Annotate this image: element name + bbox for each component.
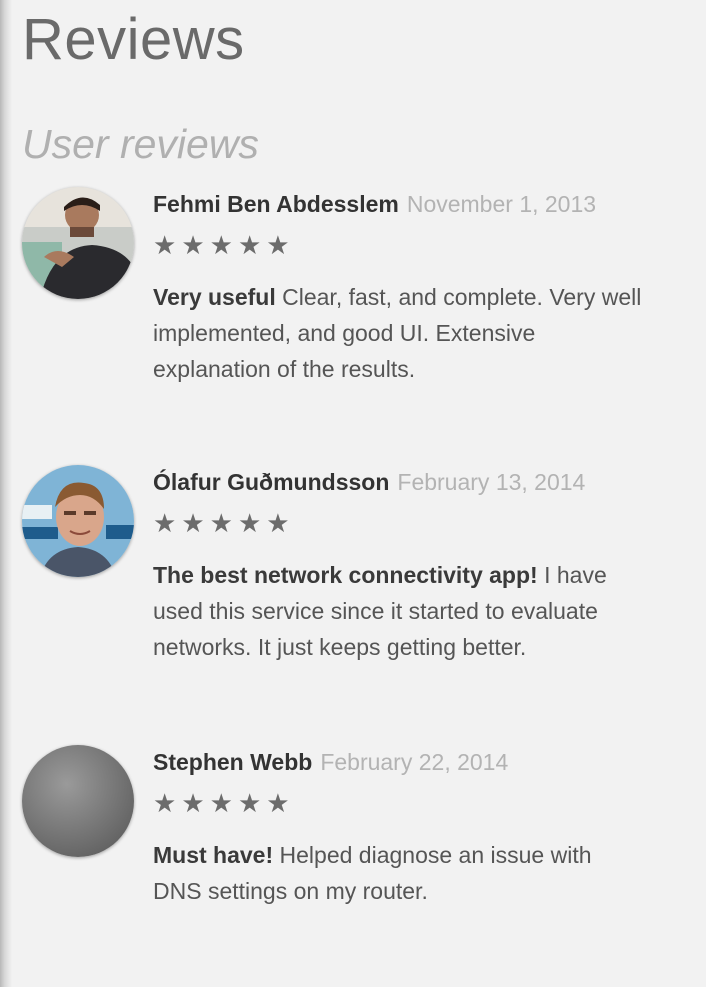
star-icon: ★: [181, 230, 205, 260]
left-edge-shadow: [0, 0, 12, 987]
star-icon: ★: [209, 788, 233, 818]
star-rating: ★ ★ ★ ★ ★: [153, 507, 706, 539]
avatar-photo: [22, 465, 134, 577]
star-icon: ★: [181, 788, 205, 818]
star-icon: ★: [237, 230, 262, 260]
section-title: User reviews: [22, 121, 259, 167]
review-date: November 1, 2013: [406, 191, 597, 217]
reviewer-name[interactable]: Ólafur Guðmundsson: [153, 469, 389, 495]
avatar-photo: [22, 187, 134, 299]
star-icon: ★: [153, 508, 177, 538]
star-rating: ★ ★ ★ ★ ★: [153, 229, 706, 261]
review-headline: Must have!: [153, 842, 274, 868]
star-icon: ★: [266, 788, 290, 818]
reviewer-name[interactable]: Fehmi Ben Abdesslem: [153, 191, 399, 217]
review-header: Ólafur Guðmundsson February 13, 2014: [153, 465, 706, 499]
avatar-placeholder: [22, 745, 134, 857]
review-body: Stephen Webb February 22, 2014 ★ ★ ★ ★ ★ …: [153, 745, 706, 909]
review-headline: The best network connectivity app!: [153, 562, 538, 588]
review-header: Stephen Webb February 22, 2014: [153, 745, 706, 779]
review-header: Fehmi Ben Abdesslem November 1, 2013: [153, 187, 706, 221]
star-rating: ★ ★ ★ ★ ★: [153, 787, 706, 819]
avatar[interactable]: [22, 465, 134, 577]
reviewer-name[interactable]: Stephen Webb: [153, 749, 312, 775]
avatar[interactable]: [22, 187, 134, 299]
review-text: Must have! Helped diagnose an issue with…: [153, 837, 706, 909]
review-date: February 22, 2014: [320, 749, 509, 775]
review-text: The best network connectivity app! I hav…: [153, 557, 706, 665]
review-date: February 13, 2014: [397, 469, 586, 495]
star-icon: ★: [237, 508, 262, 538]
review-text: Very useful Clear, fast, and complete. V…: [153, 279, 706, 387]
review-body: Ólafur Guðmundsson February 13, 2014 ★ ★ …: [153, 465, 706, 665]
star-icon: ★: [153, 230, 177, 260]
star-icon: ★: [266, 230, 290, 260]
star-icon: ★: [209, 508, 233, 538]
star-icon: ★: [266, 508, 290, 538]
star-icon: ★: [153, 788, 177, 818]
reviews-page: Reviews User reviews Fehmi Ben Abdesslem…: [22, 0, 706, 987]
page-title: Reviews: [22, 7, 245, 72]
avatar[interactable]: [22, 745, 134, 857]
star-icon: ★: [237, 788, 262, 818]
star-icon: ★: [181, 508, 205, 538]
review-body: Fehmi Ben Abdesslem November 1, 2013 ★ ★ …: [153, 187, 706, 387]
star-icon: ★: [209, 230, 233, 260]
review-headline: Very useful: [153, 284, 276, 310]
